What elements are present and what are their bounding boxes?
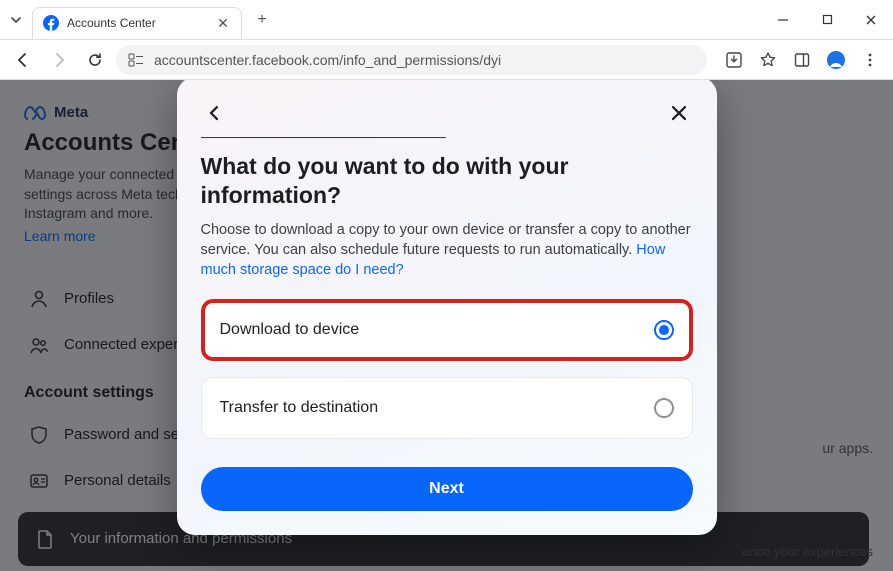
profile-avatar-icon[interactable] — [821, 45, 851, 75]
bookmark-star-icon[interactable] — [753, 45, 783, 75]
browser-menu-icon[interactable] — [855, 45, 885, 75]
new-tab-button[interactable]: + — [248, 6, 276, 34]
nav-back-button[interactable] — [8, 45, 38, 75]
modal-description-text: Choose to download a copy to your own de… — [201, 222, 691, 258]
facebook-favicon-icon — [43, 15, 59, 31]
tab-title: Accounts Center — [67, 16, 207, 30]
site-settings-icon[interactable] — [128, 53, 144, 67]
window-minimize-button[interactable] — [761, 0, 805, 39]
tabs-dropdown[interactable] — [0, 0, 32, 39]
radio-unselected-icon — [654, 398, 674, 418]
modal-title: What do you want to do with your informa… — [201, 152, 693, 210]
chevron-left-icon — [206, 104, 224, 122]
option-download-to-device[interactable]: Download to device — [201, 299, 693, 361]
option-download-label: Download to device — [220, 321, 360, 339]
next-button[interactable]: Next — [201, 467, 693, 511]
window-maximize-button[interactable] — [805, 0, 849, 39]
window-controls — [761, 0, 893, 39]
dyi-modal: What do you want to do with your informa… — [177, 80, 717, 535]
modal-back-button[interactable] — [201, 99, 229, 127]
sidepanel-icon[interactable] — [787, 45, 817, 75]
install-app-icon[interactable] — [719, 45, 749, 75]
browser-titlebar: Accounts Center ✕ + — [0, 0, 893, 40]
radio-selected-icon — [654, 320, 674, 340]
window-close-button[interactable] — [849, 0, 893, 39]
browser-addressbar: accountscenter.facebook.com/info_and_per… — [0, 40, 893, 80]
url-box[interactable]: accountscenter.facebook.com/info_and_per… — [116, 45, 707, 75]
nav-reload-button[interactable] — [80, 45, 110, 75]
browser-tab[interactable]: Accounts Center ✕ — [32, 7, 242, 39]
modal-description: Choose to download a copy to your own de… — [201, 220, 693, 281]
url-text: accountscenter.facebook.com/info_and_per… — [154, 52, 501, 68]
option-transfer-to-destination[interactable]: Transfer to destination — [201, 377, 693, 439]
nav-forward-button[interactable] — [44, 45, 74, 75]
page-content: Meta Accounts Center Manage your connect… — [0, 80, 893, 571]
option-transfer-label: Transfer to destination — [220, 399, 379, 417]
close-icon — [670, 104, 688, 122]
modal-header-rule — [201, 137, 446, 139]
modal-close-button[interactable] — [665, 99, 693, 127]
tab-close-icon[interactable]: ✕ — [215, 15, 231, 31]
